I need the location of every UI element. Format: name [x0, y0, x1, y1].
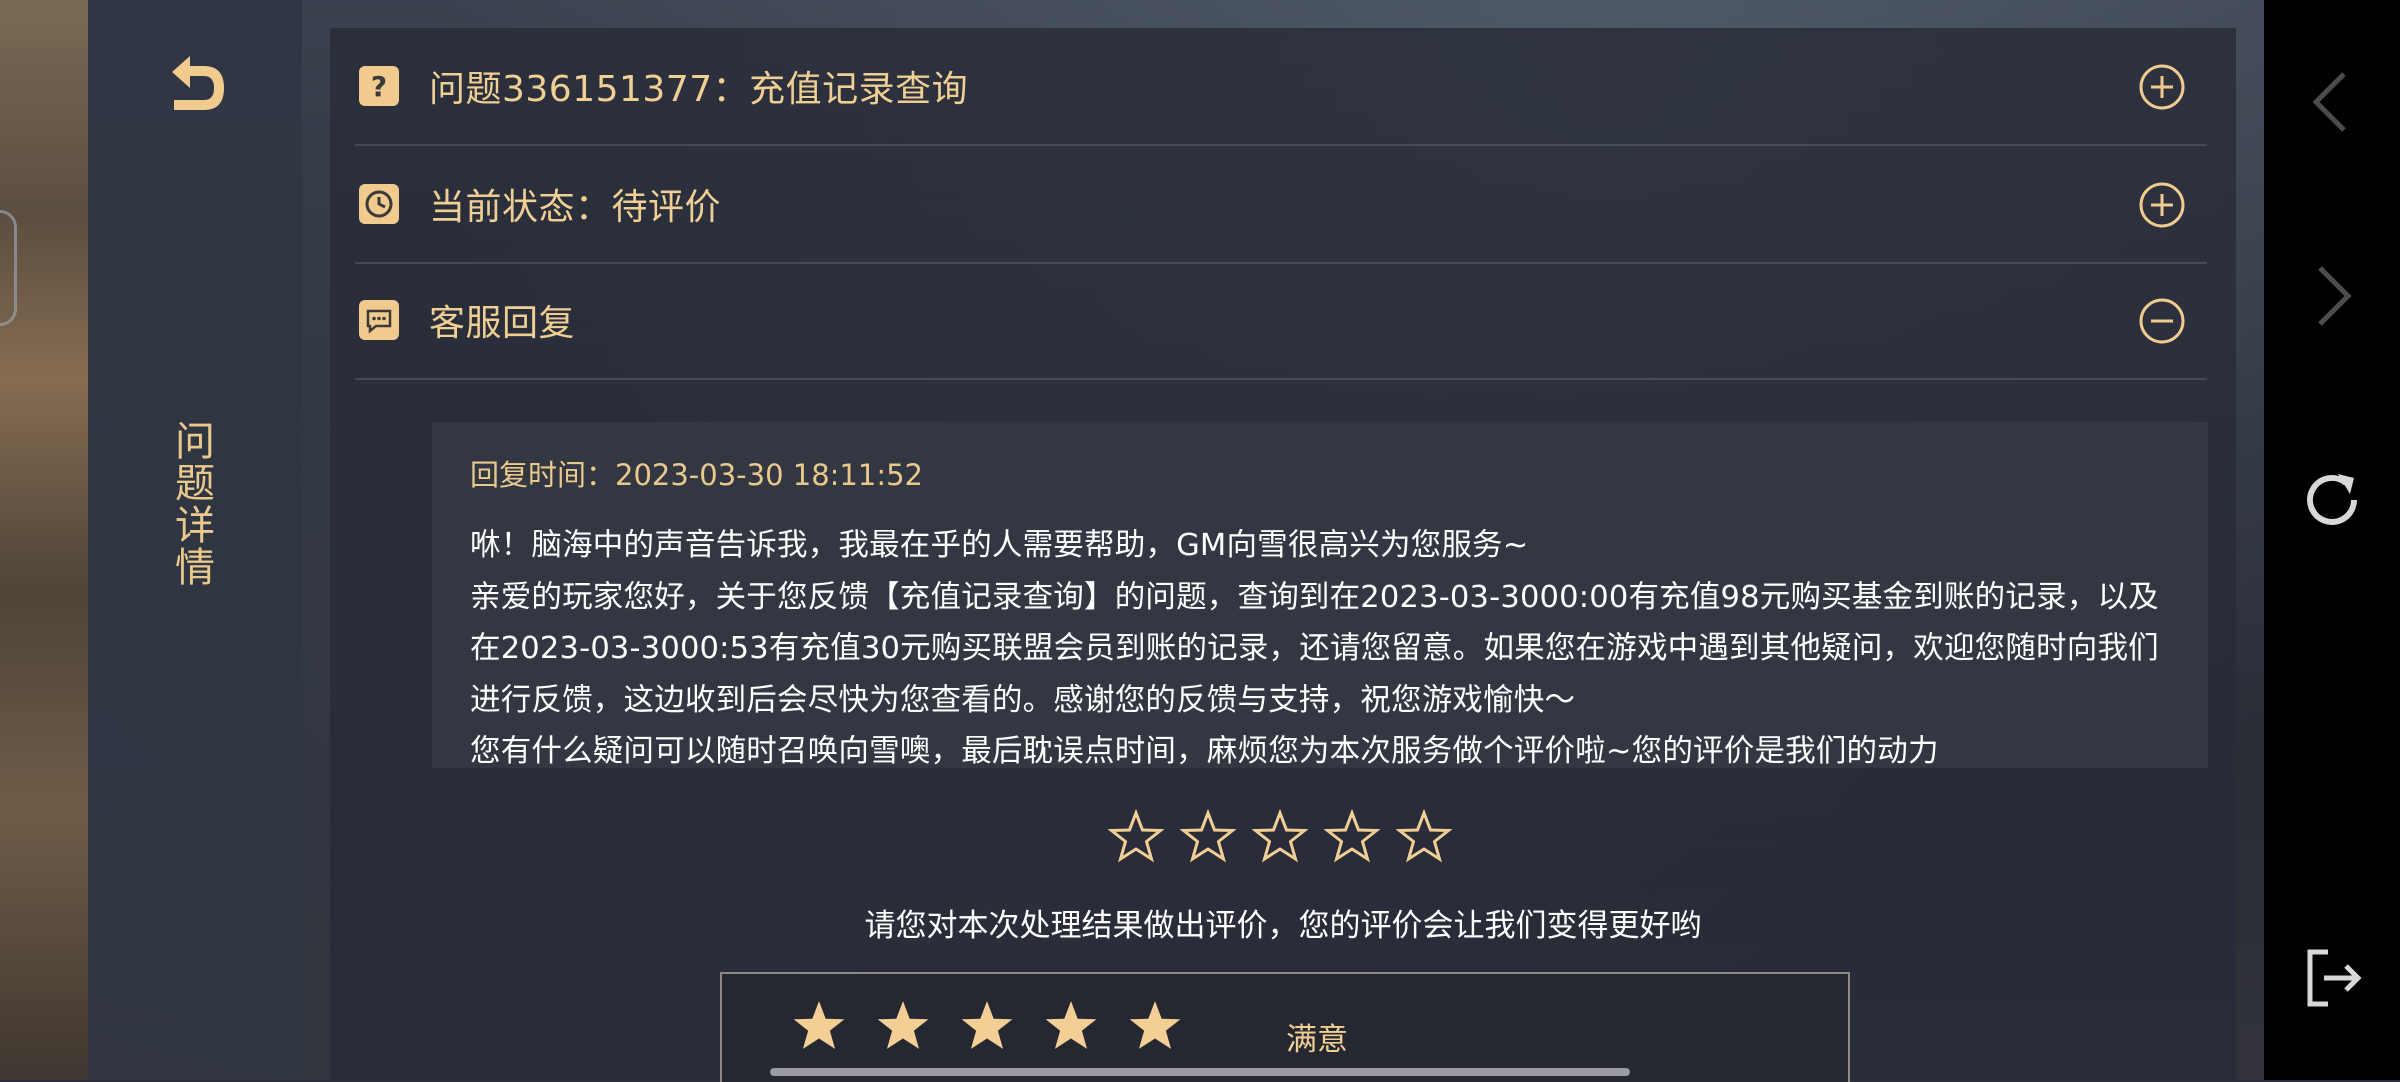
- chevron-left-icon[interactable]: [2298, 68, 2366, 136]
- filled-star-icon: [961, 1001, 1013, 1049]
- reply-box[interactable]: 回复时间：2023-03-30 18:11:52 咻！脑海中的声音告诉我，我最在…: [432, 422, 2208, 768]
- rating-option-label: 满意: [1286, 1022, 1348, 1058]
- minus-icon[interactable]: [2139, 298, 2185, 344]
- rating-prompt: 请您对本次处理结果做出评价，您的评价会让我们变得更好哟: [864, 908, 1702, 944]
- star-icon[interactable]: [1108, 808, 1164, 864]
- chat-icon: [359, 300, 399, 340]
- page-title: 问题详情: [168, 420, 214, 588]
- system-nav-bar: [2264, 0, 2400, 1080]
- filled-star-icon: [877, 1001, 929, 1049]
- reply-line: 咻！脑海中的声音告诉我，我最在乎的人需要帮助，GM向雪很高兴为您服务~: [470, 528, 1529, 563]
- horizontal-scrollbar[interactable]: [770, 1068, 1630, 1076]
- chevron-right-icon[interactable]: [2298, 262, 2366, 330]
- row-question[interactable]: ? 问题336151377：充值记录查询: [355, 28, 2207, 146]
- star-icon[interactable]: [1324, 808, 1380, 864]
- back-button[interactable]: [160, 50, 232, 122]
- row-reply-label: 客服回复: [429, 303, 576, 344]
- exit-icon[interactable]: [2298, 944, 2366, 1012]
- star-icon[interactable]: [1252, 808, 1308, 864]
- reply-time: 回复时间：2023-03-30 18:11:52: [470, 458, 923, 492]
- star-icon[interactable]: [1396, 808, 1452, 864]
- refresh-icon[interactable]: [2298, 466, 2366, 534]
- row-question-label: 问题336151377：充值记录查询: [429, 69, 969, 110]
- rating-stars: [1108, 808, 1452, 864]
- row-reply[interactable]: 客服回复: [355, 262, 2207, 380]
- row-status[interactable]: 当前状态：待评价: [355, 146, 2207, 264]
- filled-star-icon: [1045, 1001, 1097, 1049]
- rating-option-satisfied[interactable]: 满意: [720, 972, 1850, 1082]
- question-icon: ?: [359, 66, 399, 106]
- reply-line: 您有什么疑问可以随时召唤向雪噢，最后耽误点时间，麻烦您为本次服务做个评价啦~您的…: [470, 734, 1939, 768]
- reply-body: 咻！脑海中的声音告诉我，我最在乎的人需要帮助，GM向雪很高兴为您服务~ 亲爱的玩…: [470, 520, 2180, 768]
- filled-star-icon: [793, 1001, 845, 1049]
- clock-icon: [359, 184, 399, 224]
- row-status-label: 当前状态：待评价: [429, 187, 722, 228]
- star-icon[interactable]: [1180, 808, 1236, 864]
- back-arrow-icon: [172, 56, 224, 110]
- filled-star-icon: [1129, 1001, 1181, 1049]
- rating-option-stars: [790, 996, 1184, 1054]
- plus-icon[interactable]: [2139, 64, 2185, 110]
- reply-line: 亲爱的玩家您好，关于您反馈【充值记录查询】的问题，查询到在2023-03-300…: [470, 579, 2159, 718]
- plus-icon[interactable]: [2139, 182, 2185, 228]
